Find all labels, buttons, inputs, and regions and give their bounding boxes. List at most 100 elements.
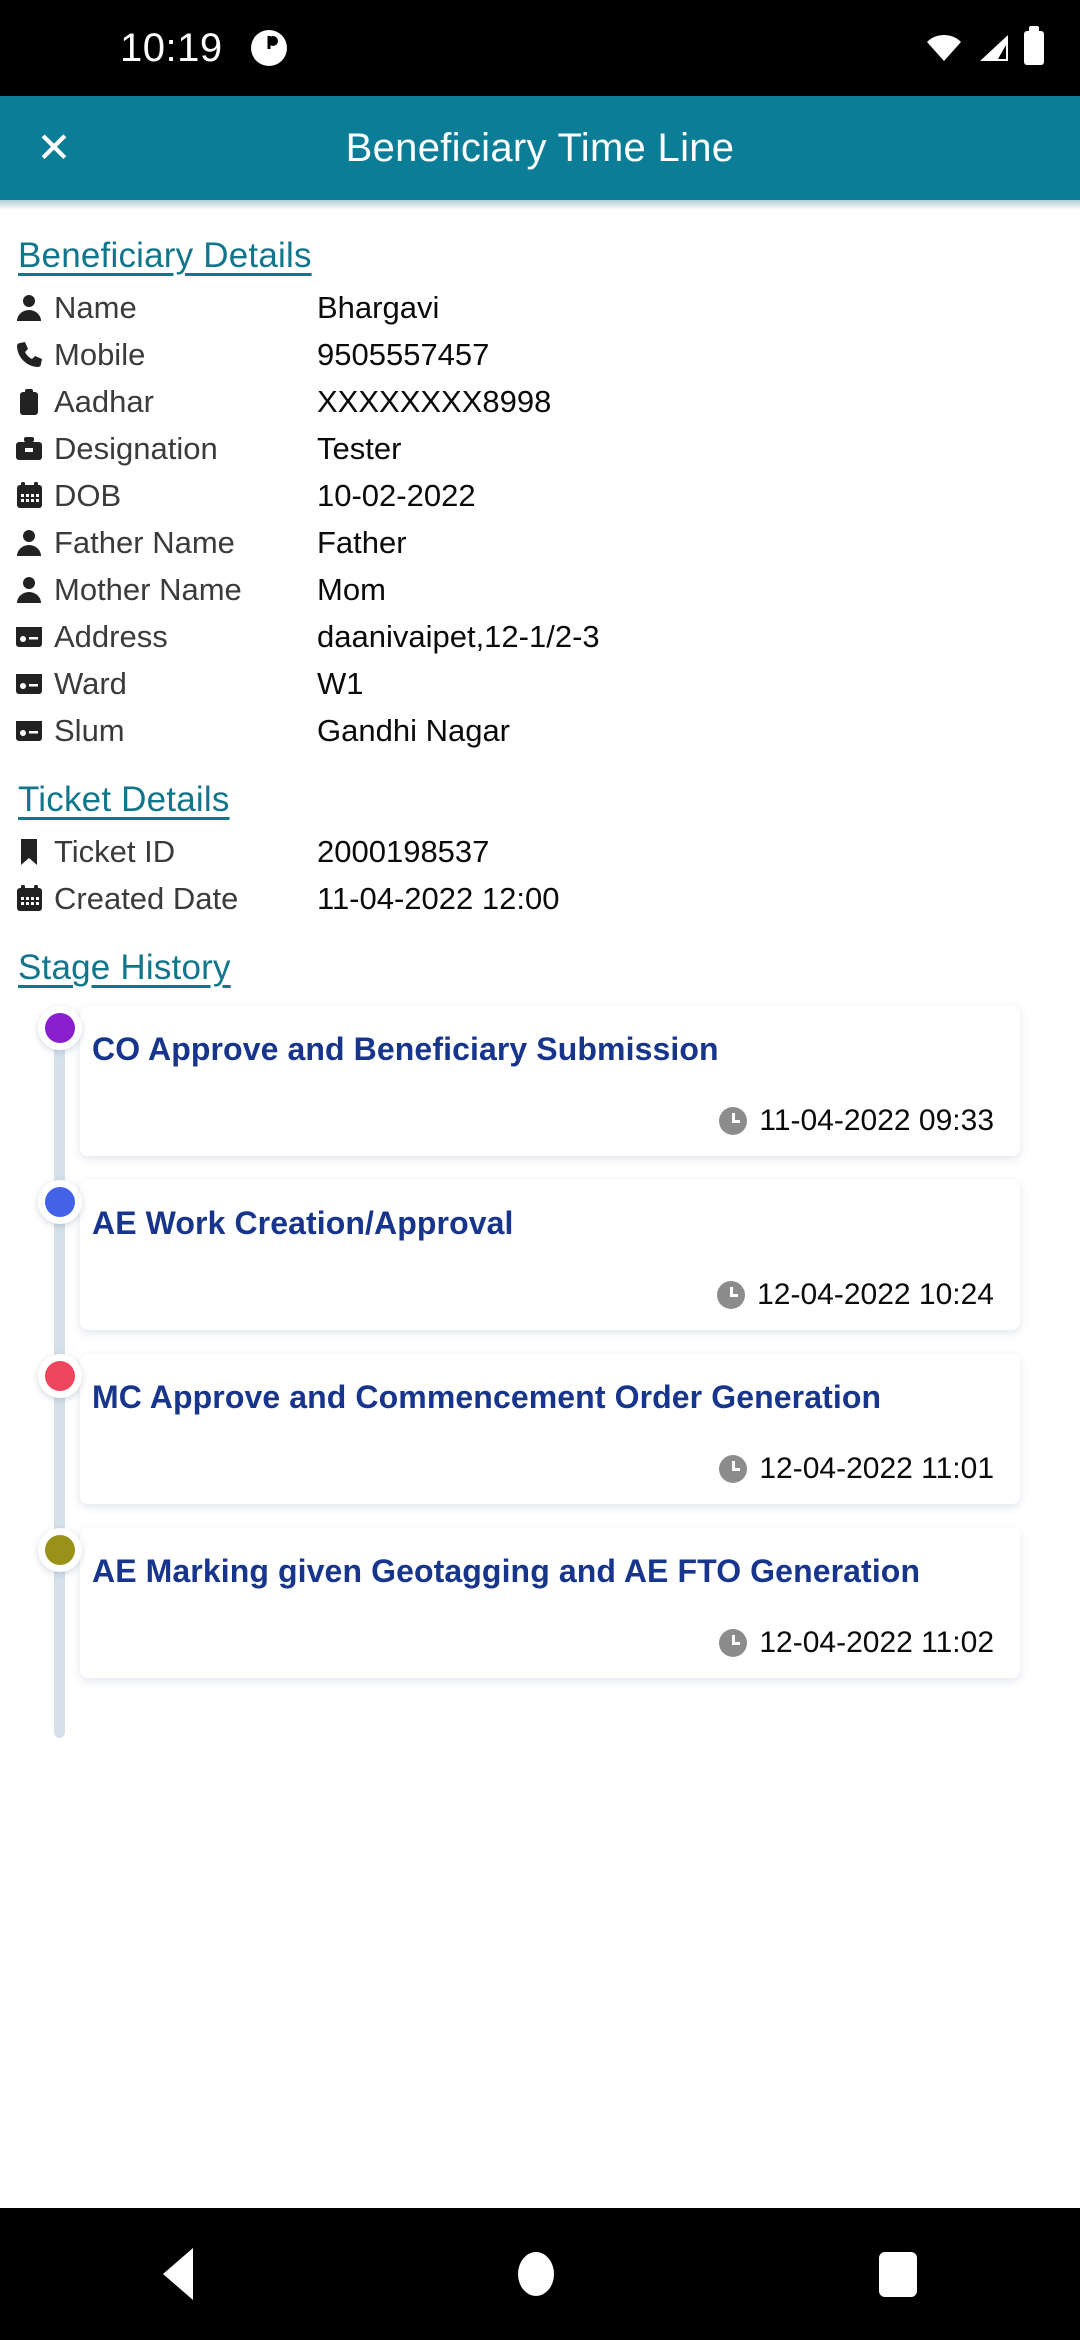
detail-row-ward: Ward W1 [0,660,1080,707]
stage-timestamp: 12-04-2022 11:02 [759,1626,994,1659]
detail-value: Gandhi Nagar [317,712,511,748]
notification-dot-icon [250,30,287,66]
stage-title: AE Work Creation/Approval [92,1205,514,1241]
stage-timestamp: 11-04-2022 09:33 [759,1104,994,1137]
timeline-dot-icon [45,1535,75,1565]
timeline-item[interactable]: MC Approve and Commencement Order Genera… [0,1354,1080,1504]
bookmark-icon [12,838,46,866]
detail-label: Mobile [54,336,146,372]
status-bar: 10:19 [0,0,1080,96]
timeline-dot-wrapper [38,1354,82,1398]
detail-value: 2000198537 [317,833,490,869]
stage-title: CO Approve and Beneficiary Submission [92,1031,719,1067]
recents-icon[interactable] [879,2251,918,2297]
stage-time-row: 11-04-2022 09:33 [92,1104,994,1138]
detail-row-designation: Designation Tester [0,425,1080,472]
stage-history-section: Stage History CO Approve and Beneficiary… [0,922,1080,1738]
ticket-details-list: Ticket ID 2000198537 Created Date 11-04-… [0,828,1080,922]
status-bar-icons [926,31,1044,65]
detail-row-name: Name Bhargavi [0,284,1080,331]
home-icon[interactable] [517,2252,554,2296]
detail-label: Name [54,289,137,325]
phone-icon [12,341,46,368]
detail-row-dob: DOB 10-02-2022 [0,472,1080,519]
clock-icon [719,1629,748,1657]
beneficiary-details-heading: Beneficiary Details [18,236,312,275]
stage-timestamp: 12-04-2022 11:01 [759,1452,994,1485]
detail-row-mother-name: Mother Name Mom [0,566,1080,613]
ticket-details-section: Ticket Details Ticket ID 2000198537 Crea… [0,754,1080,922]
clock-icon [719,1455,748,1483]
clock-icon [717,1281,746,1309]
timeline-item[interactable]: AE Work Creation/Approval 12-04-2022 10:… [0,1180,1080,1330]
stage-title: MC Approve and Commencement Order Genera… [92,1379,882,1415]
stage-timestamp: 12-04-2022 10:24 [757,1278,994,1311]
detail-row-father-name: Father Name Father [0,519,1080,566]
person-icon [12,529,46,557]
id-card-icon [12,388,46,416]
stage-time-row: 12-04-2022 11:01 [92,1452,994,1486]
detail-value: Father [317,524,407,560]
detail-row-aadhar: Aadhar XXXXXXXX8998 [0,378,1080,425]
stage-card[interactable]: MC Approve and Commencement Order Genera… [80,1354,1020,1504]
detail-value: XXXXXXXX8998 [317,383,552,419]
timeline-dot-icon [45,1187,75,1217]
stage-card[interactable]: CO Approve and Beneficiary Submission 11… [80,1006,1020,1156]
detail-row-address: Address daanivaipet,12-1/2-3 [0,613,1080,660]
timeline-dot-wrapper [38,1006,82,1050]
detail-value: Mom [317,571,386,607]
back-icon[interactable] [162,2248,193,2300]
detail-row-created-date: Created Date 11-04-2022 12:00 [0,875,1080,922]
beneficiary-details-section: Beneficiary Details Name Bhargavi Mobile… [0,210,1080,754]
ticket-details-heading: Ticket Details [18,780,230,819]
stage-history-timeline: CO Approve and Beneficiary Submission 11… [0,1006,1080,1738]
calendar-icon [12,885,46,912]
detail-value: Bhargavi [317,289,440,325]
detail-label: Ward [54,665,127,701]
address-card-icon [12,626,46,648]
stage-history-heading: Stage History [18,948,231,987]
person-icon [12,576,46,604]
timeline-dot-icon [45,1013,75,1043]
detail-row-slum: Slum Gandhi Nagar [0,707,1080,754]
app-bar-shadow [0,200,1080,210]
calendar-icon [12,482,46,509]
detail-row-ticket-id: Ticket ID 2000198537 [0,828,1080,875]
detail-value: 11-04-2022 12:00 [317,880,560,916]
page-title: Beneficiary Time Line [345,125,735,170]
detail-label: DOB [54,477,122,513]
timeline-dot-icon [45,1361,75,1391]
detail-label: Slum [54,712,125,748]
timeline-item[interactable]: CO Approve and Beneficiary Submission 11… [0,1006,1080,1156]
wifi-icon [926,34,962,62]
detail-label: Designation [54,430,218,466]
detail-label: Aadhar [54,383,154,419]
close-icon[interactable]: ✕ [22,116,86,180]
detail-label: Created Date [54,880,239,916]
timeline-dot-wrapper [38,1180,82,1224]
beneficiary-details-list: Name Bhargavi Mobile 9505557457 Aadhar X… [0,284,1080,754]
person-icon [12,294,46,322]
stage-title: AE Marking given Geotagging and AE FTO G… [92,1553,921,1589]
detail-value: 10-02-2022 [317,477,476,513]
stage-card[interactable]: AE Work Creation/Approval 12-04-2022 10:… [80,1180,1020,1330]
detail-value: W1 [317,665,364,701]
app-bar: ✕ Beneficiary Time Line [0,96,1080,200]
detail-row-mobile: Mobile 9505557457 [0,331,1080,378]
address-card-icon [12,720,46,742]
stage-card[interactable]: AE Marking given Geotagging and AE FTO G… [80,1528,1020,1678]
clock-icon [719,1107,748,1135]
status-bar-clock: 10:19 [120,25,223,70]
detail-label: Mother Name [54,571,242,607]
scroll-content[interactable]: Beneficiary Details Name Bhargavi Mobile… [0,210,1080,2122]
signal-icon [976,33,1010,63]
stage-time-row: 12-04-2022 11:02 [92,1626,994,1660]
timeline-item[interactable]: AE Marking given Geotagging and AE FTO G… [0,1528,1080,1678]
timeline-dot-wrapper [38,1528,82,1572]
android-nav-bar [0,2208,1080,2340]
detail-label: Address [54,618,168,654]
detail-value: Tester [317,430,402,466]
detail-label: Father Name [54,524,235,560]
detail-label: Ticket ID [54,833,176,869]
battery-icon [1024,31,1044,65]
